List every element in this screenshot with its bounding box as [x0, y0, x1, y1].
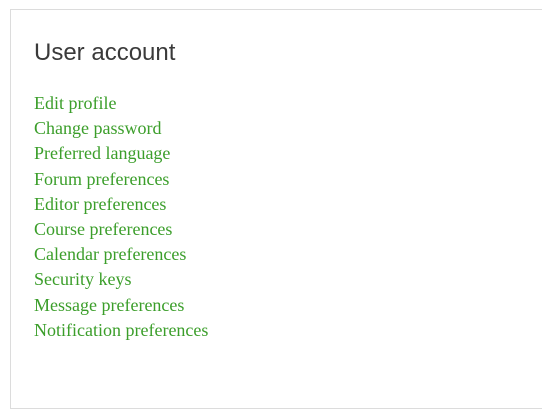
- forum-preferences-link[interactable]: Forum preferences: [34, 169, 169, 189]
- card-title: User account: [34, 39, 176, 66]
- user-account-link-list: Edit profile Change password Preferred l…: [34, 91, 208, 343]
- user-account-card: User account Edit profile Change passwor…: [10, 9, 542, 409]
- message-preferences-link[interactable]: Message preferences: [34, 295, 184, 315]
- change-password-link[interactable]: Change password: [34, 118, 161, 138]
- calendar-preferences-link[interactable]: Calendar preferences: [34, 244, 186, 264]
- notification-preferences-link[interactable]: Notification preferences: [34, 320, 208, 340]
- security-keys-link[interactable]: Security keys: [34, 269, 131, 289]
- list-item: Change password: [34, 116, 208, 141]
- list-item: Security keys: [34, 267, 208, 292]
- list-item: Edit profile: [34, 91, 208, 116]
- list-item: Forum preferences: [34, 167, 208, 192]
- preferred-language-link[interactable]: Preferred language: [34, 143, 170, 163]
- list-item: Editor preferences: [34, 192, 208, 217]
- list-item: Calendar preferences: [34, 242, 208, 267]
- list-item: Preferred language: [34, 141, 208, 166]
- list-item: Course preferences: [34, 217, 208, 242]
- edit-profile-link[interactable]: Edit profile: [34, 93, 116, 113]
- editor-preferences-link[interactable]: Editor preferences: [34, 194, 166, 214]
- course-preferences-link[interactable]: Course preferences: [34, 219, 172, 239]
- list-item: Notification preferences: [34, 318, 208, 343]
- list-item: Message preferences: [34, 293, 208, 318]
